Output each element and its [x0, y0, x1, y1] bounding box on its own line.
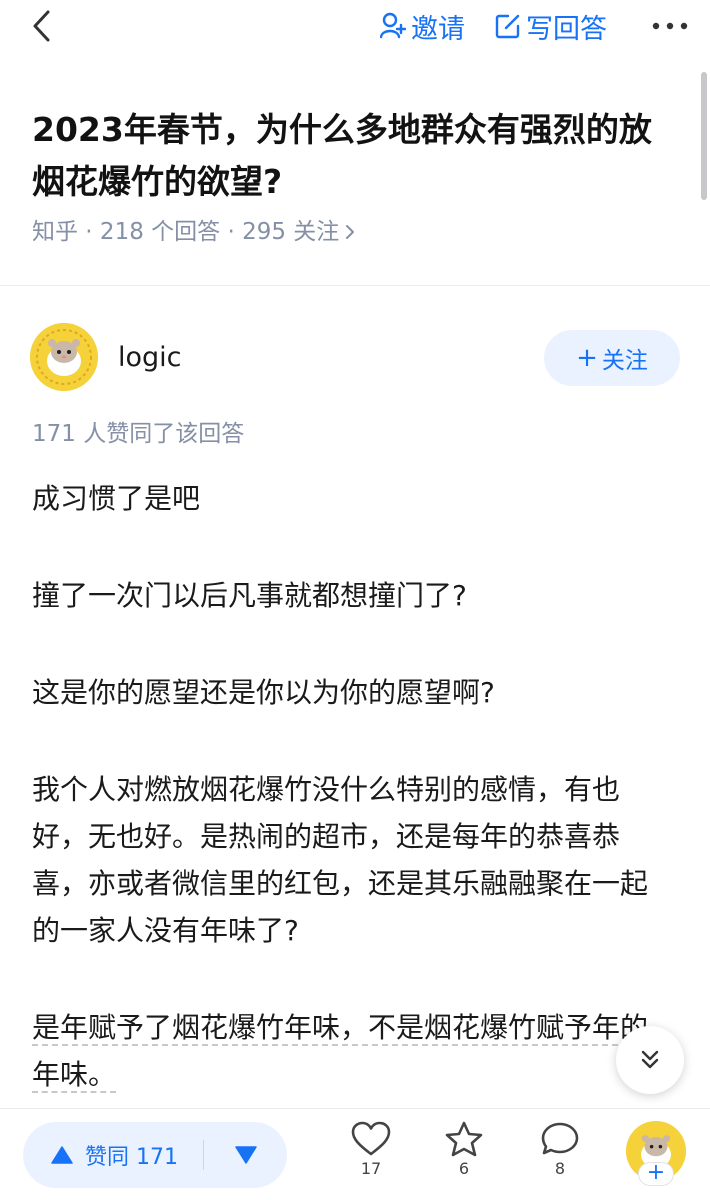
favorite-button[interactable]: 6	[434, 1121, 494, 1178]
back-icon	[33, 10, 50, 42]
answer-paragraph: 撞了一次门以后凡事就都想撞门了?	[32, 579, 467, 612]
plus-icon: +	[576, 343, 598, 373]
more-icon	[652, 22, 688, 30]
invite-icon	[380, 12, 406, 39]
vote-up-icon	[51, 1146, 73, 1164]
author-avatar[interactable]	[30, 323, 98, 391]
back-button[interactable]	[24, 6, 58, 46]
author-name[interactable]: logic	[118, 338, 182, 378]
comment-count: 8	[554, 1159, 566, 1178]
write-answer-button[interactable]: 写回答	[495, 6, 607, 46]
hamster-avatar-icon	[30, 323, 98, 391]
scroll-down-icon	[641, 1050, 659, 1069]
section-divider	[0, 285, 710, 286]
answer-paragraph-text: 是年赋予了烟花爆竹年味，不是烟花爆竹赋予年的年味。	[32, 1011, 649, 1093]
vote-control: 赞同 171	[23, 1122, 287, 1188]
scroll-down-button[interactable]	[616, 1026, 684, 1094]
comment-button[interactable]: 8	[530, 1121, 590, 1178]
follow-label: 关注	[601, 348, 648, 374]
follow-button[interactable]: + 关注	[544, 330, 680, 386]
question-meta[interactable]: 知乎 · 218 个回答 · 295 关注	[32, 216, 355, 248]
favorite-count: 6	[458, 1159, 470, 1178]
answer-paragraph: 这是你的愿望还是你以为你的愿望啊?	[32, 676, 495, 709]
agree-count-text: 171 人赞同了该回答	[32, 421, 245, 447]
chevron-right-icon	[346, 225, 355, 239]
top-nav-bar: 邀请 写回答	[0, 0, 710, 60]
write-answer-label: 写回答	[526, 13, 607, 45]
edit-icon	[495, 14, 520, 39]
vote-down-icon	[234, 1146, 257, 1164]
vote-up-label: 赞同 171	[85, 1145, 178, 1170]
question-title[interactable]: 2023年春节，为什么多地群众有强烈的放烟花爆竹的欲望?	[32, 104, 682, 208]
like-button[interactable]: 17	[341, 1121, 401, 1178]
bottom-action-bar: 赞同 171 17 6 8	[0, 1108, 710, 1200]
comment-icon	[541, 1122, 579, 1155]
like-count: 17	[360, 1159, 382, 1178]
answer-content: 成习惯了是吧 撞了一次门以后凡事就都想撞门了? 这是你的愿望还是你以为你的愿望啊…	[32, 475, 672, 1098]
answer-paragraph: 我个人对燃放烟花爆竹没什么特别的感情，有也好，无也好。是热闹的超市，还是每年的恭…	[32, 773, 649, 947]
scrollbar[interactable]	[701, 72, 707, 200]
more-button[interactable]	[645, 6, 695, 46]
invite-button[interactable]: 邀请	[380, 6, 465, 46]
answer-paragraph-last: 是年赋予了烟花爆竹年味，不是烟花爆竹赋予年的年味。	[32, 1004, 672, 1098]
plus-icon[interactable]: +	[638, 1162, 674, 1186]
invite-label: 邀请	[411, 13, 465, 45]
answer-paragraph: 成习惯了是吧	[32, 482, 201, 515]
vote-up-button[interactable]: 赞同 171	[23, 1139, 203, 1171]
vote-down-button[interactable]	[204, 1146, 287, 1164]
heart-icon	[351, 1121, 391, 1156]
question-meta-text: 知乎 · 218 个回答 · 295 关注	[32, 219, 340, 245]
star-icon	[445, 1121, 483, 1157]
